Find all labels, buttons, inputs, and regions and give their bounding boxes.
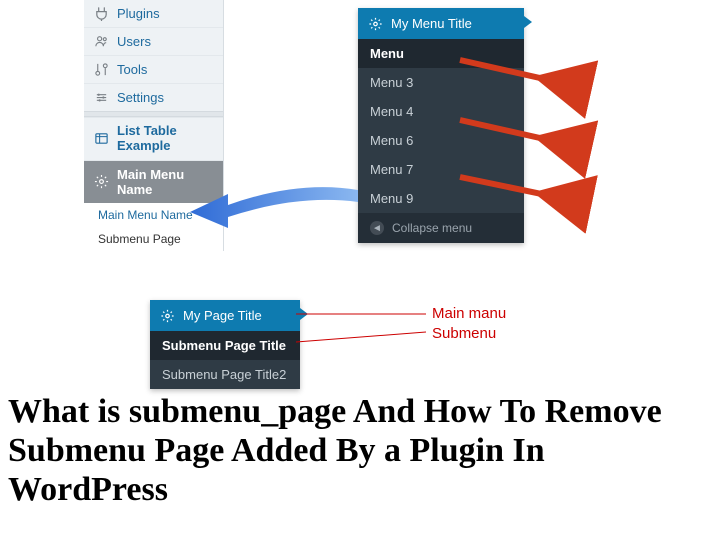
page-title: What is submenu_page And How To Remove S… xyxy=(8,392,708,509)
users-icon xyxy=(94,34,109,49)
flyout-header[interactable]: My Page Title xyxy=(150,300,300,331)
sidebar-label: Settings xyxy=(117,90,164,105)
wp-dark-flyout-menu-1: My Menu Title Menu Menu 3 Menu 4 Menu 6 … xyxy=(358,8,524,243)
sidebar-item-settings[interactable]: Settings xyxy=(84,83,223,111)
list-icon xyxy=(94,131,109,146)
submenu-item-main-menu-name[interactable]: Main Menu Name xyxy=(84,203,223,227)
flyout-row[interactable]: Submenu Page Title xyxy=(150,331,300,360)
sidebar-item-tools[interactable]: Tools xyxy=(84,55,223,83)
plugins-icon xyxy=(94,6,109,21)
tools-icon xyxy=(94,62,109,77)
wp-admin-sidebar-light: Plugins Users Tools Settings List Table … xyxy=(84,0,224,251)
sidebar-item-users[interactable]: Users xyxy=(84,27,223,55)
annotation-label-main: Main manu xyxy=(432,305,506,322)
sidebar-label: Plugins xyxy=(117,6,160,21)
wp-dark-flyout-menu-2: My Page Title Submenu Page Title Submenu… xyxy=(150,300,300,389)
flyout-row[interactable]: Menu 6 xyxy=(358,126,524,155)
sidebar-item-main-menu-name[interactable]: Main Menu Name xyxy=(84,160,223,203)
annotation-label-submenu: Submenu xyxy=(432,325,496,342)
gear-icon xyxy=(94,174,109,189)
flyout-row-label: Menu 4 xyxy=(370,104,413,119)
flyout-header[interactable]: My Menu Title xyxy=(358,8,524,39)
flyout-row-label: Menu 9 xyxy=(370,191,413,206)
flyout-row-label: Submenu Page Title2 xyxy=(162,367,286,382)
flyout-row-label: Menu 6 xyxy=(370,133,413,148)
flyout-row-label: Menu 3 xyxy=(370,75,413,90)
flyout-title: My Page Title xyxy=(183,308,262,323)
settings-icon xyxy=(94,90,109,105)
sidebar-label: List Table Example xyxy=(117,124,213,154)
sidebar-item-list-table-example[interactable]: List Table Example xyxy=(84,117,223,160)
collapse-menu[interactable]: ◄ Collapse menu xyxy=(358,213,524,243)
sidebar-label: Tools xyxy=(117,62,147,77)
submenu-label: Submenu Page xyxy=(98,232,181,246)
flyout-row[interactable]: Menu 4 xyxy=(358,97,524,126)
submenu-item-submenu-page[interactable]: Submenu Page xyxy=(84,227,223,251)
flyout-row[interactable]: Menu xyxy=(358,39,524,68)
collapse-label: Collapse menu xyxy=(392,221,472,235)
sidebar-label: Main Menu Name xyxy=(117,167,213,197)
gear-icon xyxy=(368,17,383,31)
gear-icon xyxy=(160,309,175,323)
submenu-label: Main Menu Name xyxy=(98,208,193,222)
flyout-row[interactable]: Menu 7 xyxy=(358,155,524,184)
sidebar-item-plugins[interactable]: Plugins xyxy=(84,0,223,27)
sidebar-label: Users xyxy=(117,34,151,49)
flyout-row[interactable]: Submenu Page Title2 xyxy=(150,360,300,389)
flyout-title: My Menu Title xyxy=(391,16,472,31)
flyout-row[interactable]: Menu 9 xyxy=(358,184,524,213)
flyout-row-label: Menu xyxy=(370,46,404,61)
flyout-row-label: Menu 7 xyxy=(370,162,413,177)
flyout-row[interactable]: Menu 3 xyxy=(358,68,524,97)
collapse-icon: ◄ xyxy=(370,221,384,235)
flyout-row-label: Submenu Page Title xyxy=(162,338,286,353)
annotation-red-connectors xyxy=(296,300,436,380)
